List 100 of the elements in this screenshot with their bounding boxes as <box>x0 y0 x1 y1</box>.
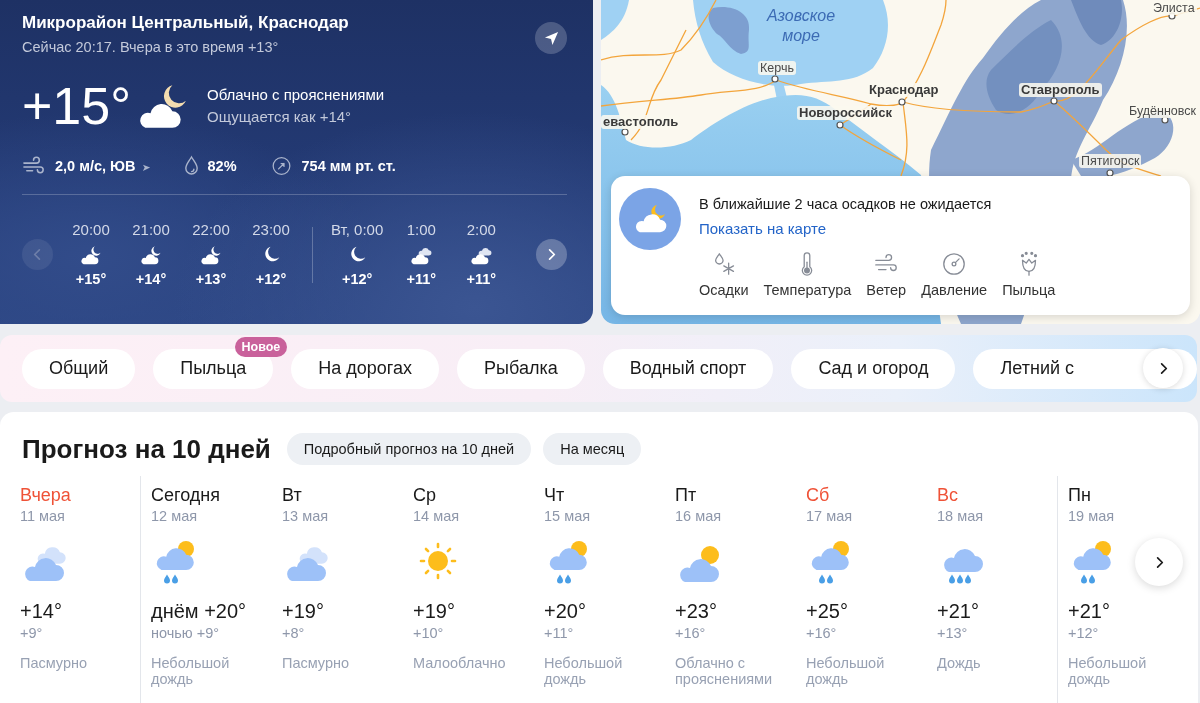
time-note: Сейчас 20:17. Вчера в это время +13° <box>22 38 280 57</box>
condition-text: Небольшой дождь <box>1068 655 1148 687</box>
category-tab[interactable]: Рыбалка <box>457 348 585 389</box>
show-on-map-link[interactable]: Показать на карте <box>699 219 827 239</box>
cloud-moon-icon <box>200 245 222 265</box>
condition-text: Малооблачно <box>413 655 507 671</box>
hour-temperature: +12° <box>255 270 287 288</box>
night-temperature: +16° <box>675 624 706 642</box>
condition-text: Облачно с прояснениями <box>675 655 774 687</box>
city-label: Пятигорск <box>1079 154 1142 168</box>
day-name: Чт <box>544 484 565 506</box>
category-tab[interactable]: На дорогах <box>291 348 440 389</box>
city-label: Керчь <box>758 61 796 75</box>
night-temperature: +11° <box>544 624 574 642</box>
cloud-moon-icon <box>80 245 102 265</box>
day-date: 15 мая <box>544 507 591 526</box>
hour-time: 1:00 <box>406 221 436 239</box>
condition-text: Облачно с прояснениями <box>207 85 385 105</box>
day-temperature: +14° <box>20 599 62 624</box>
hour-time: 2:00 <box>466 221 496 239</box>
city-label: Краснодар <box>867 83 941 97</box>
day-temperature: +20° <box>544 599 586 624</box>
city-label: Будённовск <box>1127 104 1198 118</box>
current-temperature: +15° <box>22 77 131 135</box>
day-name: Пт <box>675 484 697 506</box>
hour-time: 21:00 <box>132 221 170 239</box>
day-temperature: +21° <box>1068 599 1110 624</box>
forecast-button[interactable]: Подробный прогноз на 10 дней <box>286 433 532 465</box>
condition-text: Небольшой дождь <box>806 655 886 687</box>
day-name: Сб <box>806 484 830 506</box>
nowcast-message: В ближайшие 2 часа осадков не ожидается <box>699 195 992 214</box>
section-title: Прогноз на 10 дней <box>22 433 271 466</box>
day-name: Ср <box>413 484 436 506</box>
day-temperature: +25° <box>806 599 848 624</box>
night-temperature: +10° <box>413 624 444 642</box>
direction-arrow-icon <box>141 163 151 172</box>
hour-time: 22:00 <box>192 221 230 239</box>
hour-time: Вт, 0:00 <box>331 221 384 239</box>
city-label: евастополь <box>601 115 681 129</box>
day-temperature: +21° <box>937 599 979 624</box>
map-layer-button[interactable]: Давление <box>921 251 988 299</box>
night-temperature: +12° <box>1068 624 1099 642</box>
hour-temperature: +12° <box>341 270 373 288</box>
night-temperature: ночью +9° <box>151 624 220 642</box>
day-temperature: днём +20° <box>151 599 247 624</box>
feels-like-text: Ощущается как +14° <box>207 107 353 127</box>
hour-temperature: +15° <box>75 270 107 288</box>
condition-text: Небольшой дождь <box>544 655 624 687</box>
humidity-text: 82% <box>207 157 237 174</box>
hour-time: 23:00 <box>252 221 290 239</box>
wind-icon <box>22 155 47 176</box>
pressure-text: 754 мм рт. ст. <box>301 157 396 174</box>
hour-temperature: +11° <box>406 270 437 288</box>
day-name: Вс <box>937 484 958 506</box>
category-tab[interactable]: Общий <box>22 348 136 389</box>
category-tab[interactable]: Сад и огород <box>791 348 956 389</box>
condition-text: Небольшой дождь <box>151 655 231 687</box>
hour-temperature: +14° <box>135 270 167 288</box>
day-name: Пн <box>1068 484 1091 506</box>
hour-temperature: +11° <box>466 270 497 288</box>
day-temperature: +23° <box>675 599 717 624</box>
city-label: Ставрополь <box>1019 83 1102 97</box>
city-label: Новороссийск <box>797 106 894 120</box>
cloud-moon-icon <box>140 245 162 265</box>
sea-label: Азовское море <box>765 6 837 46</box>
day-date: 12 мая <box>151 507 198 526</box>
night-temperature: +16° <box>806 624 837 642</box>
wind-text: 2,0 м/с, ЮВ <box>55 157 136 174</box>
forecast-button[interactable]: На месяц <box>543 433 642 465</box>
gauge-icon <box>941 251 968 277</box>
day-temperature: +19° <box>413 599 455 624</box>
day-date: 11 мая <box>20 507 65 526</box>
day-date: 17 мая <box>806 507 853 526</box>
day-date: 16 мая <box>675 507 722 526</box>
clouds-icon <box>410 245 433 265</box>
hour-time: 20:00 <box>72 221 110 239</box>
day-date: 13 мая <box>282 507 329 526</box>
night-temperature: +8° <box>282 624 305 642</box>
category-tab[interactable]: Водный спорт <box>602 348 774 389</box>
location-button[interactable] <box>535 22 567 54</box>
night-temperature: +13° <box>937 624 968 642</box>
cloud-moon-icon <box>619 188 681 250</box>
location-title: Микрорайон Центральный, Краснодар <box>22 12 349 34</box>
day-date: 19 мая <box>1068 507 1115 526</box>
new-badge: Новое <box>234 336 288 357</box>
night-temperature: +9° <box>20 624 43 642</box>
clouds-icon <box>470 245 493 265</box>
city-label: Элиста <box>1151 1 1197 15</box>
day-name: Сегодня <box>151 484 220 506</box>
condition-text: Пасмурно <box>20 655 89 671</box>
map-layer-button[interactable]: Пыльца <box>1002 251 1056 299</box>
condition-text: Дождь <box>937 655 982 671</box>
day-name: Вчера <box>20 484 71 506</box>
map-layer-button[interactable]: Ветер <box>866 251 907 299</box>
day-date: 18 мая <box>937 507 984 526</box>
map-layer-button[interactable]: Осадки <box>699 251 749 299</box>
map-layer-button[interactable]: Температура <box>763 251 852 299</box>
drop-icon <box>182 155 200 176</box>
next-button[interactable] <box>536 239 567 270</box>
hour-temperature: +13° <box>195 270 227 288</box>
